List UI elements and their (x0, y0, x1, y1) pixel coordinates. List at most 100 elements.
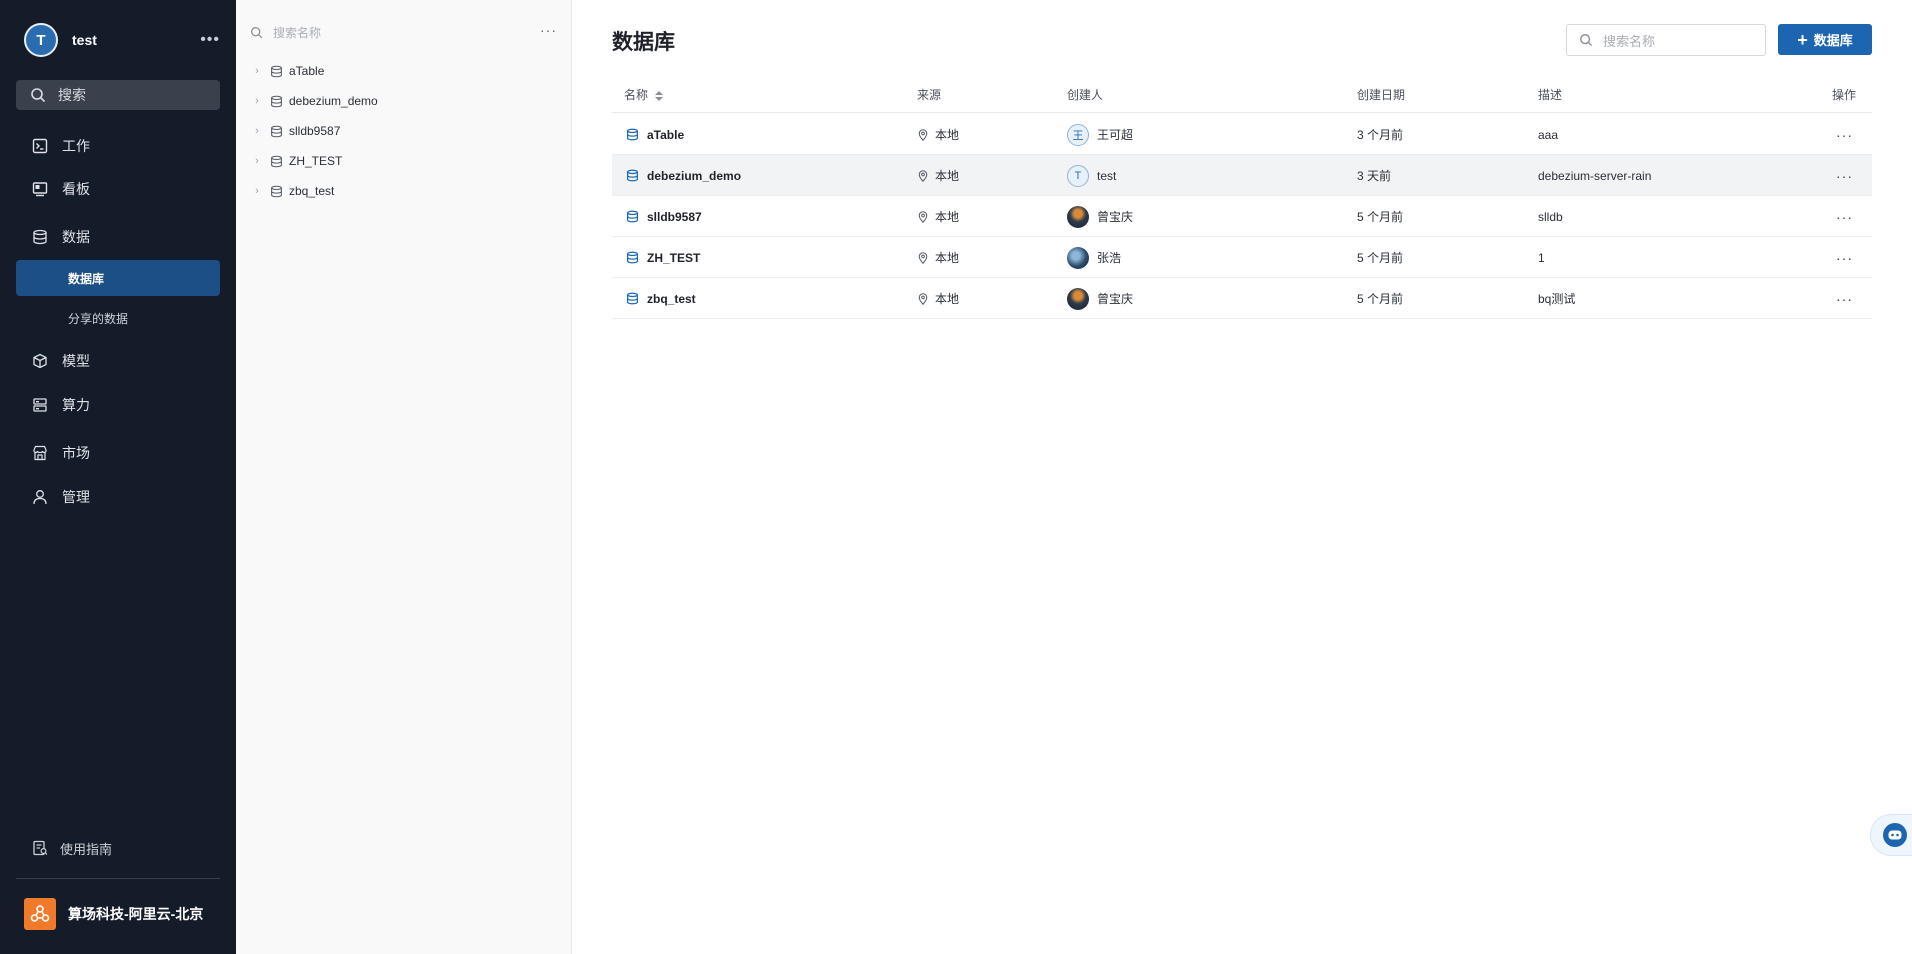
row-more-icon[interactable]: ··· (1836, 114, 1853, 155)
source-label: 本地 (935, 169, 960, 183)
user-icon (33, 490, 47, 505)
database-icon (627, 251, 638, 264)
main-search-placeholder: 搜索名称 (1603, 33, 1656, 49)
db-name-cell[interactable]: debezium_demo (626, 155, 741, 196)
nav-item-compute[interactable]: 算力 (16, 387, 220, 423)
db-name-cell[interactable]: zbq_test (626, 278, 696, 319)
database-icon (271, 185, 282, 197)
db-name[interactable]: slldb9587 (647, 210, 702, 224)
db-name-cell[interactable]: slldb9587 (626, 196, 702, 237)
creator-cell: 曾宝庆 (1067, 278, 1133, 319)
database-icon (627, 169, 638, 182)
creator-name: test (1097, 168, 1117, 183)
chevron-right-icon[interactable]: › (250, 65, 264, 77)
user-avatar[interactable]: T (24, 23, 58, 57)
row-more-icon[interactable]: ··· (1836, 278, 1853, 319)
table-row[interactable]: ZH_TEST 本地 张浩 5 个月前 1 ··· (612, 237, 1872, 278)
nav-item-data[interactable]: 数据 (16, 219, 220, 255)
server-icon (33, 398, 47, 412)
plus-icon: + (1797, 29, 1808, 50)
sort-icon[interactable] (654, 90, 664, 102)
nav-sub-label: 数据库 (68, 271, 105, 286)
user-more-icon[interactable]: ••• (200, 31, 220, 49)
location-pin-icon (918, 210, 928, 223)
column-header-source: 来源 (917, 88, 942, 102)
nav-sub-shared-data[interactable]: 分享的数据 (16, 300, 220, 336)
nav-item-models[interactable]: 模型 (16, 343, 220, 379)
add-database-button[interactable]: + 数据库 (1778, 24, 1872, 55)
creator-avatar (1067, 246, 1089, 269)
column-header-actions: 操作 (1832, 88, 1857, 102)
table-row[interactable]: zbq_test 本地 曾宝庆 5 个月前 bq测试 ··· (612, 278, 1872, 319)
nav-item-work[interactable]: 工作 (16, 128, 220, 164)
terminal-icon (32, 138, 48, 154)
chevron-right-icon[interactable]: › (250, 95, 264, 107)
tree-item[interactable]: › debezium_demo (250, 89, 550, 113)
db-name[interactable]: zbq_test (647, 292, 696, 306)
tree-item-label: ZH_TEST (289, 154, 343, 168)
nav-search-button[interactable]: 搜索 (16, 80, 220, 110)
db-name[interactable]: debezium_demo (647, 169, 741, 183)
search-icon (1580, 34, 1593, 47)
db-name-cell[interactable]: ZH_TEST (626, 237, 700, 278)
column-header-name[interactable]: 名称 (624, 86, 664, 103)
chevron-right-icon[interactable]: › (250, 155, 264, 167)
created-cell: 3 天前 (1357, 169, 1392, 183)
description-cell: aaa (1538, 127, 1559, 142)
tree-item[interactable]: › aTable (250, 59, 550, 83)
add-database-label: 数据库 (1813, 33, 1853, 48)
table-row[interactable]: aTable 本地 王 王可超 3 个月前 aaa ··· (612, 114, 1872, 155)
page-title: 数据库 (612, 31, 675, 54)
chevron-right-icon[interactable]: › (250, 185, 264, 197)
left-nav: T test ••• 搜索 工作 看板 数据 数据库 分享的数据 模型 算力 市… (0, 0, 236, 954)
nav-item-market[interactable]: 市场 (16, 435, 220, 471)
search-icon (250, 26, 263, 38)
main-search-input[interactable]: 搜索名称 (1566, 24, 1766, 56)
org-switcher[interactable]: 算场科技-阿里云-北京 (24, 898, 220, 930)
nav-item-label: 管理 (62, 489, 90, 505)
row-more-icon[interactable]: ··· (1836, 237, 1853, 278)
tree-item-label: debezium_demo (289, 94, 378, 108)
user-profile[interactable]: T test ••• (24, 22, 220, 58)
tree-item-label: slldb9587 (289, 124, 341, 138)
database-icon (627, 210, 638, 223)
tree-more-icon[interactable]: ··· (540, 22, 557, 38)
nav-search-label: 搜索 (58, 87, 86, 103)
row-more-icon[interactable]: ··· (1836, 196, 1853, 237)
creator-name: 曾宝庆 (1097, 210, 1134, 224)
description-cell: bq测试 (1538, 292, 1576, 306)
cube-icon (33, 353, 47, 369)
table-row[interactable]: slldb9587 本地 曾宝庆 5 个月前 slldb ··· (612, 196, 1872, 237)
nav-divider (16, 878, 220, 879)
tree-item[interactable]: › ZH_TEST (250, 149, 550, 173)
user-guide-link[interactable]: 使用指南 (16, 830, 220, 866)
created-cell: 5 个月前 (1357, 210, 1404, 224)
monitor-icon (32, 182, 48, 197)
org-name: 算场科技-阿里云-北京 (68, 906, 204, 922)
column-header-description: 描述 (1538, 88, 1563, 102)
location-pin-icon (918, 128, 928, 141)
db-name-cell[interactable]: aTable (626, 114, 684, 155)
created-cell: 5 个月前 (1357, 251, 1404, 265)
database-icon (271, 95, 282, 107)
chevron-right-icon[interactable]: › (250, 125, 264, 137)
chat-support-button[interactable] (1870, 814, 1912, 856)
tree-item[interactable]: › slldb9587 (250, 119, 550, 143)
tree-item[interactable]: › zbq_test (250, 179, 550, 203)
nav-item-label: 模型 (62, 353, 90, 369)
creator-cell: T test (1067, 155, 1116, 196)
database-tree-panel: 搜索名称 ··· › aTable › debezium_demo › slld… (236, 0, 572, 954)
source-cell: 本地 (917, 278, 959, 319)
table-row[interactable]: debezium_demo 本地 T test 3 天前 debezium-se… (612, 155, 1872, 196)
db-name[interactable]: ZH_TEST (647, 251, 700, 265)
nav-item-label: 工作 (62, 138, 90, 154)
nav-item-dashboard[interactable]: 看板 (16, 171, 220, 207)
db-name[interactable]: aTable (647, 128, 684, 142)
nav-sub-database[interactable]: 数据库 (16, 260, 220, 296)
search-icon (31, 88, 46, 103)
row-more-icon[interactable]: ··· (1836, 155, 1853, 196)
nav-item-admin[interactable]: 管理 (16, 479, 220, 515)
column-header-created: 创建日期 (1357, 88, 1406, 102)
source-cell: 本地 (917, 114, 959, 155)
tree-search-input[interactable]: 搜索名称 (250, 18, 500, 46)
